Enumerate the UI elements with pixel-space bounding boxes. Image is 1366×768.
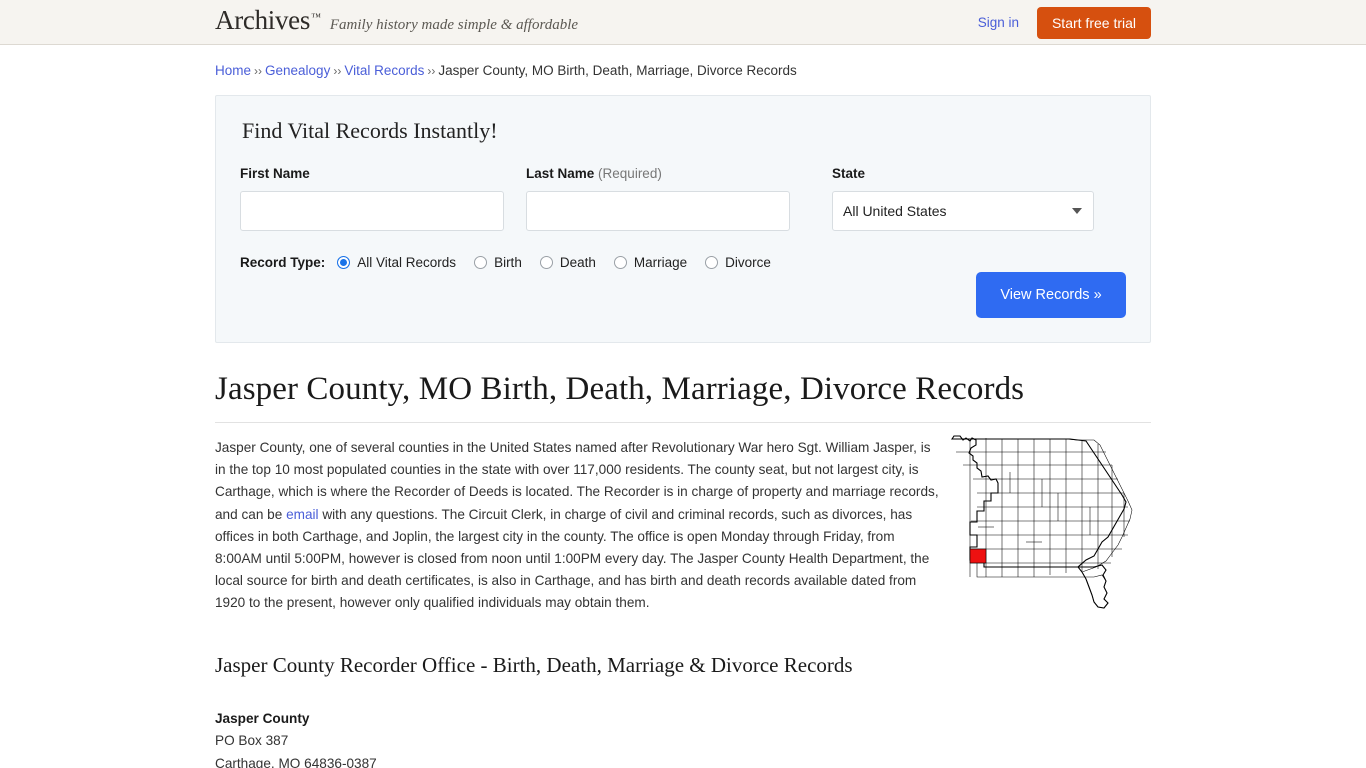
record-type-option-death[interactable]: Death [539, 255, 596, 270]
search-fields-row: First Name Last Name (Required) State Al… [240, 166, 1126, 231]
header-actions: Sign in Start free trial [978, 0, 1151, 45]
sign-in-link[interactable]: Sign in [978, 15, 1019, 30]
missouri-map-svg [950, 435, 1133, 609]
radio-icon[interactable] [705, 256, 719, 269]
site-header: Archives ™ Family history made simple & a… [0, 0, 1366, 45]
last-name-label-text: Last Name [526, 166, 595, 181]
view-records-button[interactable]: View Records » [976, 272, 1126, 318]
search-panel-title: Find Vital Records Instantly! [242, 118, 498, 143]
breadcrumb: Home ›› Genealogy ›› Vital Records ›› Jasper C… [215, 45, 1151, 78]
record-type-option-label: Birth [494, 255, 522, 270]
address-line-1: PO Box 387 [215, 733, 289, 749]
last-name-input[interactable] [526, 191, 790, 231]
first-name-field-group: First Name [240, 166, 504, 231]
breadcrumb-separator: ›› [333, 64, 342, 78]
recorder-office-address: Jasper County PO Box 387 Carthage, MO 64… [215, 708, 1151, 768]
breadcrumb-separator: ›› [427, 64, 436, 78]
site-logo[interactable]: Archives ™ Family history made simple & a… [215, 7, 578, 34]
jasper-county-highlight [969, 548, 987, 564]
page-container: Home ›› Genealogy ›› Vital Records ›› Jasper C… [215, 45, 1151, 768]
missouri-county-map-image [946, 427, 1151, 617]
page-title: Jasper County, MO Birth, Death, Marriage… [215, 371, 1151, 423]
breadcrumb-item-home[interactable]: Home [215, 63, 251, 78]
record-type-row: Record Type: All Vital Records Birth Dea… [240, 255, 1126, 270]
radio-icon[interactable] [539, 256, 553, 269]
first-name-input[interactable] [240, 191, 504, 231]
radio-icon[interactable] [613, 256, 627, 269]
address-line-2: Carthage, MO 64836-0387 [215, 755, 377, 768]
state-field-group: State All United States [832, 166, 1094, 231]
brand-tagline: Family history made simple & affordable [329, 17, 579, 33]
record-type-option-divorce[interactable]: Divorce [705, 255, 771, 270]
breadcrumb-item-current: Jasper County, MO Birth, Death, Marriage… [438, 63, 797, 78]
last-name-field-group: Last Name (Required) [526, 166, 790, 231]
record-type-option-label: Marriage [633, 255, 688, 270]
record-type-label: Record Type: [240, 255, 326, 270]
start-free-trial-button[interactable]: Start free trial [1036, 6, 1151, 39]
address-county-name: Jasper County [215, 710, 310, 726]
header-inner: Archives ™ Family history made simple & a… [215, 0, 1151, 45]
radio-icon[interactable] [474, 256, 488, 269]
article-paragraph-part2: with any questions. The Circuit Clerk, i… [215, 506, 930, 611]
email-link[interactable]: email [286, 507, 318, 522]
first-name-label: First Name [240, 166, 310, 181]
article-section: Jasper County, one of several counties i… [215, 435, 1151, 615]
last-name-label: Last Name (Required) [526, 166, 790, 181]
breadcrumb-item-genealogy[interactable]: Genealogy [265, 63, 330, 78]
breadcrumb-item-vital-records[interactable]: Vital Records [344, 63, 424, 78]
record-type-option-all-vital-records[interactable]: All Vital Records [337, 255, 456, 270]
state-select-wrap: All United States [832, 191, 1094, 231]
brand-name: Archives [215, 5, 311, 35]
vital-records-search-panel: Find Vital Records Instantly! First Name… [215, 95, 1151, 343]
recorder-office-heading: Jasper County Recorder Office - Birth, D… [215, 652, 853, 677]
record-type-option-label: Death [559, 255, 596, 270]
record-type-option-label: All Vital Records [357, 255, 457, 270]
state-select[interactable]: All United States [832, 191, 1094, 231]
radio-icon[interactable] [337, 256, 351, 269]
record-type-option-label: Divorce [725, 255, 771, 270]
last-name-required-note: (Required) [598, 166, 662, 181]
trademark-icon: ™ [311, 12, 321, 23]
record-type-option-birth[interactable]: Birth [474, 255, 522, 270]
breadcrumb-separator: ›› [254, 64, 263, 78]
state-label: State [832, 166, 866, 181]
record-type-option-marriage[interactable]: Marriage [613, 255, 688, 270]
article-paragraph: Jasper County, one of several counties i… [215, 437, 941, 615]
